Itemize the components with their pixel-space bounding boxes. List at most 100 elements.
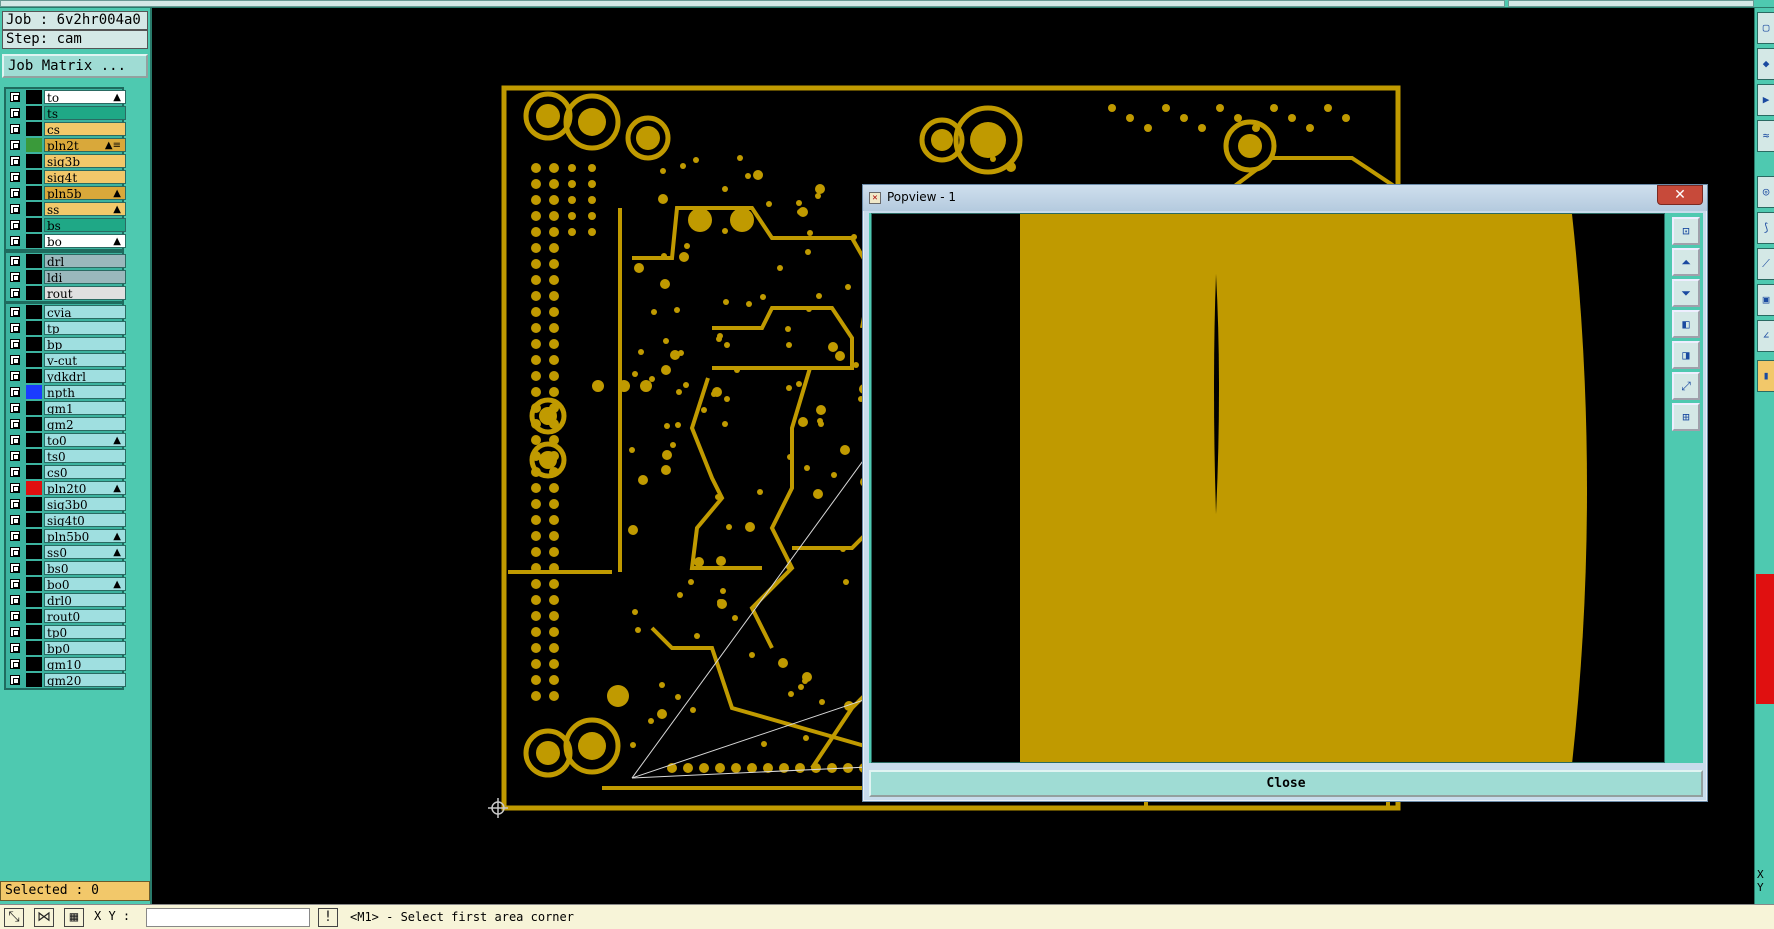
layer-checkbox[interactable] xyxy=(10,92,20,102)
layer-checkbox[interactable] xyxy=(10,108,20,118)
layer-color-swatch[interactable] xyxy=(26,497,42,511)
layer-color-swatch[interactable] xyxy=(26,513,42,527)
layer-checkbox[interactable] xyxy=(10,675,20,685)
layer-color-swatch[interactable] xyxy=(26,186,42,200)
layer-color-swatch[interactable] xyxy=(26,657,42,671)
layer-row-bs0[interactable]: bs0 xyxy=(6,560,126,576)
layer-name[interactable]: sig4t0 xyxy=(44,513,126,527)
right-tool-pan-icon[interactable]: ◆ xyxy=(1757,48,1774,80)
layer-checkbox[interactable] xyxy=(10,403,20,413)
layer-row-sig3b[interactable]: sig3b xyxy=(6,153,126,169)
layer-row-sig3b0[interactable]: sig3b0 xyxy=(6,496,126,512)
pan-left-icon[interactable]: ◧ xyxy=(1672,310,1700,338)
layer-name[interactable]: pln2t0 ▲ xyxy=(44,481,126,495)
layer-name[interactable]: ss0 ▲ xyxy=(44,545,126,559)
layer-color-swatch[interactable] xyxy=(26,433,42,447)
layer-row-pln2t[interactable]: pln2t ▲≡ xyxy=(6,137,126,153)
layer-row-v-cut[interactable]: v-cut xyxy=(6,352,126,368)
layer-checkbox[interactable] xyxy=(10,204,20,214)
layer-row-gm10[interactable]: gm10 xyxy=(6,656,126,672)
layer-row-sig4t0[interactable]: sig4t0 xyxy=(6,512,126,528)
layer-name[interactable]: drl0 xyxy=(44,593,126,607)
layer-name[interactable]: gm2 xyxy=(44,417,126,431)
layer-checkbox[interactable] xyxy=(10,220,20,230)
layer-color-swatch[interactable] xyxy=(26,481,42,495)
right-tool-fit-icon[interactable]: ▶ xyxy=(1757,84,1774,116)
layer-checkbox[interactable] xyxy=(10,172,20,182)
layer-row-cs[interactable]: cs xyxy=(6,121,126,137)
layer-checkbox[interactable] xyxy=(10,140,20,150)
layer-row-pln5b0[interactable]: pln5b0 ▲ xyxy=(6,528,126,544)
layer-row-pln5b[interactable]: pln5b ▲ xyxy=(6,185,126,201)
layer-checkbox[interactable] xyxy=(10,307,20,317)
layer-color-swatch[interactable] xyxy=(26,138,42,152)
right-tool-measure-icon[interactable]: ◎ xyxy=(1757,176,1774,208)
layer-row-tp[interactable]: tp xyxy=(6,320,126,336)
layer-name[interactable]: ts0 xyxy=(44,449,126,463)
layer-row-rout0[interactable]: rout0 xyxy=(6,608,126,624)
layer-row-to[interactable]: to ▲ xyxy=(6,89,126,105)
xy-input[interactable] xyxy=(146,908,310,927)
top-input-field[interactable] xyxy=(0,0,1505,7)
layer-checkbox[interactable] xyxy=(10,288,20,298)
layer-checkbox[interactable] xyxy=(10,323,20,333)
layer-checkbox[interactable] xyxy=(10,547,20,557)
zoom-area-icon[interactable]: ⊞ xyxy=(1672,403,1700,431)
layer-row-ts[interactable]: ts xyxy=(6,105,126,121)
layer-name[interactable]: bo0 ▲ xyxy=(44,577,126,591)
layer-row-tp0[interactable]: tp0 xyxy=(6,624,126,640)
layer-name[interactable]: v-cut xyxy=(44,353,126,367)
layer-color-swatch[interactable] xyxy=(26,449,42,463)
layer-name[interactable]: ss ▲ xyxy=(44,202,126,216)
layer-checkbox[interactable] xyxy=(10,451,20,461)
layer-row-bo[interactable]: bo ▲ xyxy=(6,233,126,249)
right-tool-zoom-icon[interactable]: ▢ xyxy=(1757,12,1774,44)
layer-row-drl[interactable]: drl xyxy=(6,253,126,269)
layer-row-bp0[interactable]: bp0 xyxy=(6,640,126,656)
zoom-fit-icon[interactable]: ⤢ xyxy=(1672,372,1700,400)
layer-color-swatch[interactable] xyxy=(26,353,42,367)
layer-row-gm1[interactable]: gm1 xyxy=(6,400,126,416)
layer-color-swatch[interactable] xyxy=(26,154,42,168)
layer-row-cvia[interactable]: cvia xyxy=(6,304,126,320)
layer-checkbox[interactable] xyxy=(10,188,20,198)
layer-color-swatch[interactable] xyxy=(26,593,42,607)
layer-row-rout[interactable]: rout xyxy=(6,285,126,301)
layer-name[interactable]: gm10 xyxy=(44,657,126,671)
layer-row-gm20[interactable]: gm20 xyxy=(6,672,126,688)
layer-color-swatch[interactable] xyxy=(26,106,42,120)
layer-checkbox[interactable] xyxy=(10,435,20,445)
layer-color-swatch[interactable] xyxy=(26,609,42,623)
zoom-home-icon[interactable]: ⊡ xyxy=(1672,217,1700,245)
layer-row-ts0[interactable]: ts0 xyxy=(6,448,126,464)
layer-row-gm2[interactable]: gm2 xyxy=(6,416,126,432)
layer-checkbox[interactable] xyxy=(10,563,20,573)
grid-icon[interactable]: ▦ xyxy=(64,908,84,927)
layer-color-swatch[interactable] xyxy=(26,417,42,431)
layer-color-swatch[interactable] xyxy=(26,305,42,319)
layer-color-swatch[interactable] xyxy=(26,286,42,300)
layer-color-swatch[interactable] xyxy=(26,337,42,351)
right-tool-angle-icon[interactable]: ∠ xyxy=(1757,320,1774,352)
layer-name[interactable]: rout0 xyxy=(44,609,126,623)
layer-name[interactable]: bp xyxy=(44,337,126,351)
pan-down-icon[interactable]: ⏷ xyxy=(1672,279,1700,307)
layer-name[interactable]: rout xyxy=(44,286,126,300)
layer-name[interactable]: cs0 xyxy=(44,465,126,479)
layer-checkbox[interactable] xyxy=(10,124,20,134)
pan-right-icon[interactable]: ◨ xyxy=(1672,341,1700,369)
layer-color-swatch[interactable] xyxy=(26,122,42,136)
layer-checkbox[interactable] xyxy=(10,156,20,166)
layer-name[interactable]: ts xyxy=(44,106,126,120)
layer-row-drl0[interactable]: drl0 xyxy=(6,592,126,608)
right-tool-line-icon[interactable]: ⟋ xyxy=(1757,248,1774,280)
layer-color-swatch[interactable] xyxy=(26,170,42,184)
layer-checkbox[interactable] xyxy=(10,272,20,282)
right-tool-select-icon[interactable]: ⟆ xyxy=(1757,212,1774,244)
layer-name[interactable]: to0 ▲ xyxy=(44,433,126,447)
right-tool-highlight-icon[interactable]: ▮ xyxy=(1757,360,1774,392)
layer-color-swatch[interactable] xyxy=(26,218,42,232)
layer-name[interactable]: sig3b0 xyxy=(44,497,126,511)
layer-checkbox[interactable] xyxy=(10,236,20,246)
layer-color-swatch[interactable] xyxy=(26,641,42,655)
